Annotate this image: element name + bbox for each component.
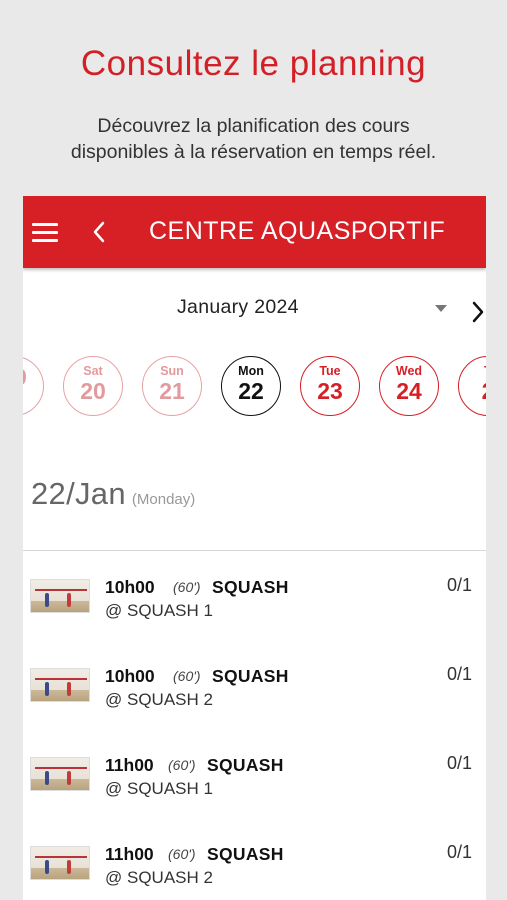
session-duration: (60') <box>168 846 196 862</box>
hamburger-menu-icon[interactable] <box>32 221 58 242</box>
selected-weekday: (Monday) <box>131 491 196 508</box>
promo-subtitle-line-1: Découvrez la planification des cours <box>97 115 410 137</box>
promo-title: Consultez le planning <box>80 44 427 83</box>
session-location: @ SQUASH 2 <box>105 690 213 709</box>
day-number: 19 <box>23 364 43 390</box>
day-22-selected[interactable]: Mon 22 <box>221 356 281 416</box>
session-name: SQUASH <box>207 755 284 775</box>
session-item[interactable]: 10h00 (60') SQUASH @ SQUASH 1 0/1 <box>23 571 486 641</box>
session-booking-count: 0/1 <box>446 664 472 684</box>
day-23[interactable]: Tue 23 <box>300 356 360 416</box>
session-location: @ SQUASH 1 <box>105 601 213 620</box>
chevron-left-icon[interactable] <box>89 218 111 246</box>
day-number: 24 <box>396 378 422 404</box>
squash-thumbnail <box>30 579 90 613</box>
day-name: Sun <box>160 364 184 378</box>
divider <box>23 550 486 551</box>
day-number: 23 <box>317 378 343 404</box>
chevron-right-icon[interactable] <box>470 299 486 325</box>
session-item[interactable]: 11h00 (60') SQUASH @ SQUASH 2 0/1 <box>23 838 486 900</box>
session-time: 10h00 <box>105 666 155 686</box>
session-name: SQUASH <box>207 844 284 864</box>
session-time: 10h00 <box>105 577 155 597</box>
day-strip: 19 Sat 20 Sun 21 Mon 22 Tue 23 Wed 24 T … <box>23 356 486 416</box>
selected-date: 22/Jan <box>31 476 126 511</box>
app-screen: CENTRE AQUASPORTIF January 2024 19 Sat 2… <box>23 196 486 900</box>
day-name: Mon <box>238 364 264 378</box>
session-duration: (60') <box>168 757 196 773</box>
day-19[interactable]: 19 <box>23 356 44 416</box>
day-24[interactable]: Wed 24 <box>379 356 439 416</box>
session-booking-count: 0/1 <box>446 753 472 773</box>
session-booking-count: 0/1 <box>446 842 472 862</box>
session-location: @ SQUASH 2 <box>105 868 213 887</box>
day-number: 20 <box>80 378 106 404</box>
session-location: @ SQUASH 1 <box>105 779 213 798</box>
promo-subtitle: Découvrez la planification des cours dis… <box>0 113 507 165</box>
squash-thumbnail <box>30 846 90 880</box>
day-number: 2 <box>459 378 486 404</box>
day-name: T <box>459 364 486 378</box>
app-bar: CENTRE AQUASPORTIF <box>23 196 486 268</box>
day-name: Sat <box>83 364 103 378</box>
squash-thumbnail <box>30 668 90 702</box>
selected-date-heading: 22/Jan (Monday) <box>31 476 195 512</box>
session-name: SQUASH <box>212 666 289 686</box>
squash-thumbnail <box>30 757 90 791</box>
session-booking-count: 0/1 <box>446 575 472 595</box>
day-name: Tue <box>319 364 341 378</box>
month-label[interactable]: January 2024 <box>177 296 299 319</box>
day-name: Wed <box>395 364 423 378</box>
session-time: 11h00 <box>105 844 154 864</box>
app-bar-title: CENTRE AQUASPORTIF <box>149 217 446 245</box>
day-21[interactable]: Sun 21 <box>142 356 202 416</box>
day-25[interactable]: T 2 <box>458 356 486 416</box>
session-duration: (60') <box>173 668 201 684</box>
day-number: 21 <box>159 378 185 404</box>
caret-down-icon[interactable] <box>435 305 447 312</box>
promo-subtitle-line-2: disponibles à la réservation en temps ré… <box>70 141 437 163</box>
session-item[interactable]: 11h00 (60') SQUASH @ SQUASH 1 0/1 <box>23 749 486 819</box>
day-20[interactable]: Sat 20 <box>63 356 123 416</box>
day-number: 22 <box>238 378 264 404</box>
session-name: SQUASH <box>212 577 289 597</box>
session-time: 11h00 <box>105 755 154 775</box>
session-item[interactable]: 10h00 (60') SQUASH @ SQUASH 2 0/1 <box>23 660 486 730</box>
session-duration: (60') <box>173 579 201 595</box>
month-selector: January 2024 <box>23 296 486 326</box>
